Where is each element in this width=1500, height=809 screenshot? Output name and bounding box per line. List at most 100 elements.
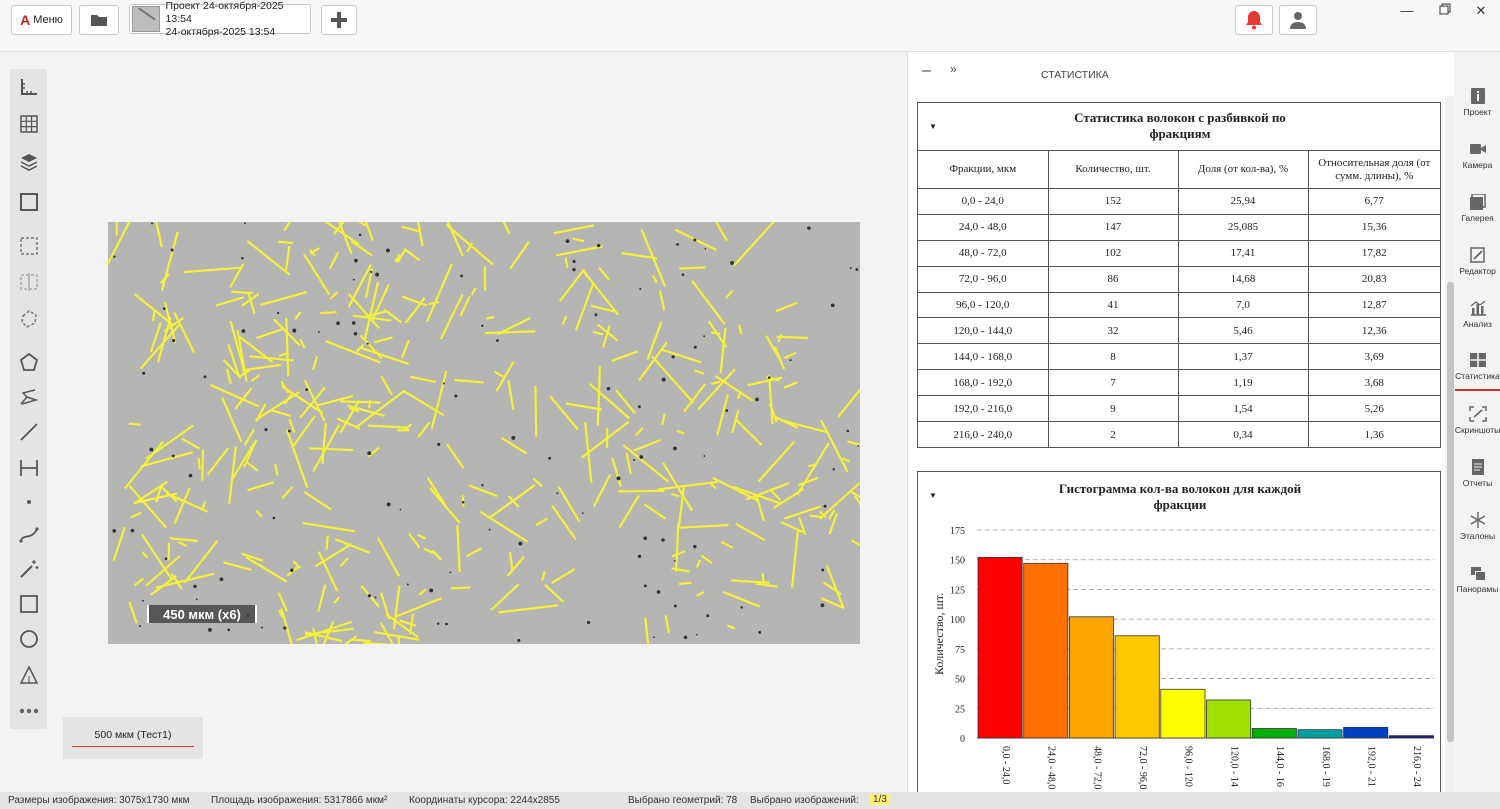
stats-cell: 25,94 bbox=[1177, 188, 1309, 215]
dimension-tool[interactable] bbox=[15, 454, 42, 481]
menu-button[interactable]: A Меню bbox=[11, 5, 72, 35]
fiber-line bbox=[285, 317, 290, 377]
sidebar-item-statistics[interactable]: Статистика bbox=[1455, 343, 1500, 391]
sidebar-item-camera[interactable]: Камера bbox=[1455, 131, 1500, 179]
particle-dot bbox=[162, 307, 166, 311]
layers-tool[interactable] bbox=[15, 148, 42, 175]
histogram-bar bbox=[1068, 616, 1114, 739]
sidebar-item-editor[interactable]: Редактор bbox=[1455, 237, 1500, 285]
select-rect-tool[interactable] bbox=[15, 232, 42, 259]
stats-row: 144,0 - 168,0 8 1,37 3,69 bbox=[918, 343, 1440, 371]
frame-tool[interactable] bbox=[15, 188, 42, 215]
fiber-line bbox=[206, 447, 230, 476]
particle-dot bbox=[276, 311, 280, 315]
grid-tool[interactable] bbox=[15, 110, 42, 137]
more-tools-button[interactable] bbox=[15, 697, 42, 724]
panel-scrollbar-thumb[interactable] bbox=[1447, 282, 1454, 742]
fiber-line bbox=[722, 590, 761, 608]
fiber-line bbox=[285, 429, 309, 488]
lasso-tool[interactable] bbox=[15, 305, 42, 332]
fiber-line bbox=[775, 301, 798, 313]
lasso-icon bbox=[20, 309, 37, 328]
close-window-button[interactable]: ✕ bbox=[1471, 3, 1491, 19]
fiber-line bbox=[691, 280, 726, 325]
stats-cell: 5,26 bbox=[1307, 395, 1440, 423]
stats-cell: 41 bbox=[1047, 291, 1179, 319]
add-project-button[interactable] bbox=[321, 5, 357, 35]
status-image-size: Размеры изображения: 3075x1730 мкм bbox=[8, 795, 190, 806]
x-tick-label: 120,0 - 14 bbox=[1228, 746, 1239, 787]
fiber-line bbox=[716, 394, 729, 436]
layer-chip[interactable]: 500 мкм (Тест1) bbox=[63, 717, 203, 759]
particle-dot bbox=[351, 321, 356, 325]
fiber-line bbox=[225, 368, 232, 384]
particle-dot bbox=[437, 442, 441, 446]
particle-dot bbox=[656, 590, 661, 594]
histogram-bar bbox=[1251, 728, 1297, 739]
polyline-tool[interactable] bbox=[15, 383, 42, 410]
polygon-tool[interactable] bbox=[15, 348, 42, 375]
user-button[interactable] bbox=[1279, 5, 1317, 35]
fiber-line bbox=[509, 241, 530, 270]
panel-scrollbar[interactable] bbox=[1445, 96, 1454, 792]
stats-title: Статистика волокон с разбивкой по фракци… bbox=[918, 110, 1442, 142]
histogram-bar bbox=[1343, 726, 1389, 739]
minimize-window-button[interactable]: — bbox=[1397, 3, 1417, 18]
particle-dot bbox=[336, 321, 340, 326]
fiber-line bbox=[151, 310, 156, 322]
fiber-line bbox=[169, 537, 198, 543]
sidebar-item-reports[interactable]: Отчеты bbox=[1455, 449, 1500, 497]
sidebar-label-gallery: Галерея bbox=[1461, 212, 1494, 223]
stats-cell: 12,87 bbox=[1307, 291, 1440, 319]
sidebar-item-project[interactable]: Проект bbox=[1455, 78, 1500, 126]
curve-tool[interactable] bbox=[15, 520, 42, 547]
fiber-line bbox=[674, 523, 680, 572]
fiber-overlay bbox=[108, 222, 860, 644]
split-tool[interactable] bbox=[15, 268, 42, 295]
fiber-line bbox=[270, 408, 292, 418]
report-icon bbox=[1471, 458, 1484, 475]
sidebar-item-screenshots[interactable]: Скриншоты bbox=[1455, 396, 1500, 444]
stats-cell: 15,36 bbox=[1307, 213, 1440, 241]
expand-panel-button[interactable]: » bbox=[950, 62, 957, 76]
fiber-line bbox=[597, 323, 619, 342]
status-images-label: Выбрано изображений: bbox=[750, 795, 859, 806]
particle-dot bbox=[832, 468, 835, 471]
fiber-line bbox=[215, 296, 245, 307]
fiber-line bbox=[697, 368, 736, 411]
fiber-line bbox=[755, 582, 778, 588]
bell-icon bbox=[1246, 11, 1262, 30]
restore-window-button[interactable] bbox=[1435, 3, 1455, 18]
fiber-line bbox=[696, 559, 702, 568]
circle-icon bbox=[19, 629, 38, 648]
particle-dot bbox=[586, 620, 591, 625]
sidebar-item-gallery[interactable]: Галерея bbox=[1455, 184, 1500, 232]
stats-cell: 1,54 bbox=[1177, 395, 1309, 423]
fiber-line bbox=[255, 509, 263, 518]
ellipse-tool[interactable] bbox=[15, 625, 42, 652]
sidebar-item-standards[interactable]: Эталоны bbox=[1455, 502, 1500, 550]
rectangle-tool[interactable] bbox=[15, 590, 42, 617]
open-folder-button[interactable] bbox=[79, 5, 119, 35]
y-tick-label: 50 bbox=[955, 675, 965, 686]
fiber-line bbox=[428, 487, 461, 524]
gallery-icon bbox=[1469, 193, 1486, 210]
fiber-line bbox=[725, 289, 734, 299]
line-tool[interactable] bbox=[15, 418, 42, 445]
microscope-image[interactable] bbox=[108, 222, 860, 644]
stats-cell: 12,36 bbox=[1307, 317, 1440, 345]
notifications-button[interactable] bbox=[1235, 5, 1273, 35]
sidebar-item-analysis[interactable]: Анализ bbox=[1455, 290, 1500, 338]
triangle-tool[interactable] bbox=[15, 661, 42, 688]
particle-dot bbox=[358, 233, 362, 237]
collapse-panel-button[interactable]: – bbox=[922, 62, 931, 80]
x-tick-label: 0,0 - 24,0 bbox=[1000, 746, 1011, 784]
particle-dot bbox=[142, 371, 146, 375]
fiber-line bbox=[611, 457, 623, 488]
sidebar-item-panoramas[interactable]: Панорамы bbox=[1455, 555, 1500, 603]
point-tool[interactable] bbox=[15, 488, 42, 515]
particle-dot bbox=[518, 541, 523, 546]
ruler-tool[interactable] bbox=[15, 73, 42, 100]
magic-wand-tool[interactable] bbox=[15, 555, 42, 582]
project-tab[interactable]: Проект 24-октября-2025 13:54 24-октября-… bbox=[129, 0, 311, 38]
